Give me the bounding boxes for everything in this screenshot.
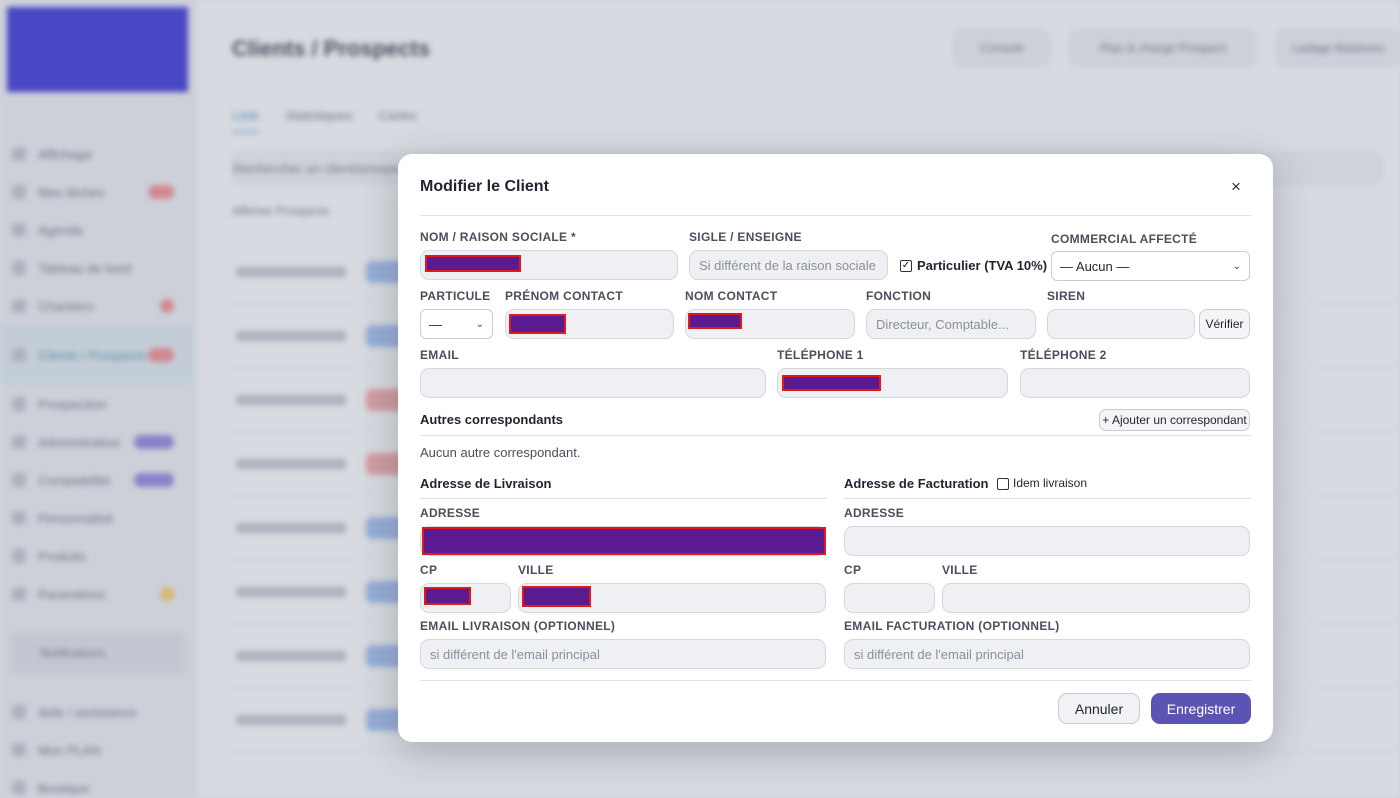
sigle-label: SIGLE / ENSEIGNE	[689, 230, 802, 244]
livraison-email-label: EMAIL LIVRAISON (OPTIONNEL)	[420, 619, 616, 633]
commercial-value: — Aucun —	[1060, 258, 1130, 274]
chevron-down-icon: ⌄	[475, 318, 484, 330]
divider	[420, 435, 1251, 436]
nom-label: NOM / RAISON SOCIALE *	[420, 230, 576, 244]
no-correspondant-text: Aucun autre correspondant.	[420, 445, 581, 460]
facturation-cp-input[interactable]	[844, 583, 935, 613]
fonction-label: FONCTION	[866, 289, 932, 303]
facturation-cp-label: CP	[844, 563, 862, 577]
commercial-label: COMMERCIAL AFFECTÉ	[1051, 232, 1198, 246]
livraison-cp-label: CP	[420, 563, 438, 577]
particule-label: PARTICULE	[420, 289, 491, 303]
livraison-title: Adresse de Livraison	[420, 476, 552, 491]
facturation-email-input[interactable]	[844, 639, 1250, 669]
divider	[420, 215, 1251, 216]
sigle-input[interactable]	[689, 250, 888, 280]
particule-value: —	[429, 316, 442, 332]
siren-input[interactable]	[1047, 309, 1195, 339]
facturation-title: Adresse de Facturation	[844, 476, 989, 491]
email-label: EMAIL	[420, 348, 459, 362]
particulier-label: Particulier (TVA 10%)	[917, 258, 1048, 273]
idem-livraison-checkbox[interactable]	[997, 478, 1009, 490]
particulier-checkbox[interactable]: ✓	[900, 260, 912, 272]
prenom-label: PRÉNOM CONTACT	[505, 289, 623, 303]
modal-title: Modifier le Client	[420, 178, 549, 195]
redacted-value	[688, 313, 742, 329]
redacted-value	[782, 375, 881, 391]
livraison-adresse-label: ADRESSE	[420, 506, 481, 520]
nom-contact-label: NOM CONTACT	[685, 289, 778, 303]
edit-client-modal: Modifier le Client × NOM / RAISON SOCIAL…	[398, 154, 1273, 742]
tel1-label: TÉLÉPHONE 1	[777, 348, 864, 362]
facturation-ville-input[interactable]	[942, 583, 1250, 613]
redacted-value	[424, 587, 471, 605]
close-icon[interactable]: ×	[1227, 178, 1245, 196]
telephone2-input[interactable]	[1020, 368, 1250, 398]
save-button[interactable]: Enregistrer	[1151, 693, 1251, 724]
add-correspondant-button[interactable]: + Ajouter un correspondant	[1099, 409, 1250, 431]
particule-select[interactable]: — ⌄	[420, 309, 493, 339]
siren-label: SIREN	[1047, 289, 1086, 303]
divider	[420, 498, 826, 499]
commercial-select[interactable]: — Aucun — ⌄	[1051, 251, 1250, 281]
livraison-email-input[interactable]	[420, 639, 826, 669]
idem-livraison-label: Idem livraison	[1013, 476, 1088, 490]
redacted-value	[522, 586, 591, 607]
facturation-adresse-input[interactable]	[844, 526, 1250, 556]
redacted-value	[425, 255, 521, 272]
fonction-input[interactable]	[866, 309, 1036, 339]
facturation-ville-label: VILLE	[942, 563, 978, 577]
divider	[420, 680, 1251, 681]
verifier-button[interactable]: Vérifier	[1199, 309, 1250, 339]
cancel-button[interactable]: Annuler	[1058, 693, 1140, 724]
chevron-down-icon: ⌄	[1232, 260, 1241, 272]
redacted-value	[509, 314, 566, 334]
facturation-email-label: EMAIL FACTURATION (OPTIONNEL)	[844, 619, 1060, 633]
divider	[844, 498, 1251, 499]
correspondants-title: Autres correspondants	[420, 412, 564, 427]
tel2-label: TÉLÉPHONE 2	[1020, 348, 1107, 362]
redacted-value	[422, 527, 826, 555]
livraison-ville-label: VILLE	[518, 563, 554, 577]
facturation-adresse-label: ADRESSE	[844, 506, 905, 520]
email-input[interactable]	[420, 368, 766, 398]
